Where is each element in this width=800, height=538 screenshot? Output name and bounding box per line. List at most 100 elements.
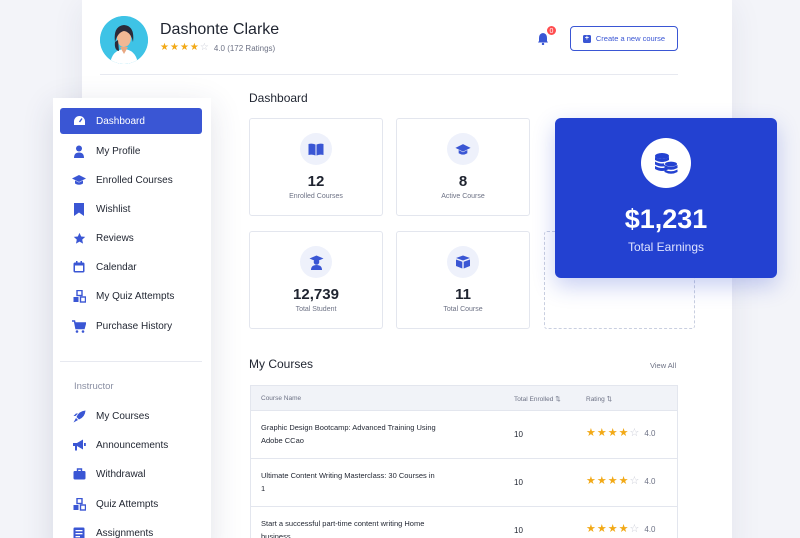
sidebar-item-label: Withdrawal — [96, 468, 146, 480]
create-course-button[interactable]: + Create a new course — [570, 26, 678, 51]
megaphone-icon — [72, 438, 86, 452]
sidebar-item-announcements[interactable]: Announcements — [60, 432, 202, 458]
course-rating: ★ ★ ★ ★ ☆ 4.0 — [586, 523, 656, 535]
course-name[interactable]: Ultimate Content Writing Masterclass: 30… — [261, 469, 436, 495]
sidebar-item-my-quiz-attempts[interactable]: My Quiz Attempts — [60, 283, 202, 309]
sidebar-item-label: Calendar — [96, 261, 137, 273]
star-icon: ★ — [189, 42, 199, 53]
sidebar-item-label: Wishlist — [96, 203, 131, 215]
star-outline-icon: ☆ — [199, 42, 209, 53]
user-rating: ★ ★ ★ ★ ☆ 4.0 (172 Ratings) — [160, 43, 275, 53]
sidebar-item-enrolled-courses[interactable]: Enrolled Courses — [60, 167, 202, 193]
sidebar-divider — [60, 361, 202, 362]
view-all-link[interactable]: View All — [650, 361, 676, 370]
puzzle-icon — [72, 497, 86, 511]
student-icon — [300, 246, 332, 278]
coins-icon — [641, 138, 691, 188]
star-icon: ★ — [607, 427, 618, 439]
star-icon: ★ — [586, 475, 596, 487]
create-course-label: Create a new course — [595, 34, 666, 43]
stat-value: 11 — [455, 286, 471, 303]
star-icon: ★ — [618, 523, 629, 535]
graduation-cap-icon — [72, 173, 86, 187]
star-icon: ★ — [596, 475, 607, 487]
sidebar-item-assignments[interactable]: Assignments — [60, 520, 202, 538]
sidebar-item-label: My Profile — [96, 145, 141, 157]
sidebar-section-instructor: Instructor — [74, 381, 114, 392]
assignment-icon — [72, 526, 86, 538]
stat-label: Enrolled Courses — [289, 193, 343, 200]
sidebar-item-label: Enrolled Courses — [96, 174, 173, 186]
rating-value: 4.0 — [644, 428, 656, 438]
star-icon: ★ — [607, 523, 618, 535]
courses-table: Course Name Total Enrolled ⇅ Rating ⇅ Gr… — [250, 385, 678, 538]
star-icon: ★ — [618, 475, 629, 487]
star-icon: ★ — [596, 427, 607, 439]
star-icon: ★ — [607, 475, 618, 487]
star-outline-icon: ☆ — [629, 475, 640, 487]
notification-badge: 0 — [546, 25, 557, 36]
course-rating: ★ ★ ★ ★ ☆ 4.0 — [586, 427, 656, 439]
sidebar-item-quiz-attempts[interactable]: Quiz Attempts — [60, 491, 202, 517]
course-name[interactable]: Start a successful part-time content wri… — [261, 517, 436, 538]
sidebar-item-wishlist[interactable]: Wishlist — [60, 196, 202, 222]
star-icon: ★ — [169, 42, 179, 53]
stat-value: 12 — [307, 173, 325, 190]
briefcase-icon — [72, 467, 86, 481]
rating-value: 4.0 — [644, 524, 656, 534]
calendar-icon — [72, 260, 86, 274]
my-courses-title: My Courses — [249, 357, 314, 371]
sidebar-item-label: Purchase History — [96, 320, 173, 332]
graduation-cap-icon — [447, 133, 479, 165]
total-earnings-label: Total Earnings — [627, 240, 705, 254]
sidebar-item-label: Announcements — [96, 439, 169, 451]
column-header-label: Total Enrolled — [514, 396, 554, 403]
course-enrolled: 10 — [514, 526, 523, 535]
stat-label: Total Student — [295, 306, 337, 313]
stat-card-total-course: 11 Total Course — [396, 231, 530, 329]
star-icon: ★ — [586, 427, 596, 439]
stat-card-active-course: 8 Active Course — [396, 118, 530, 216]
table-row[interactable]: Graphic Design Bootcamp: Advanced Traini… — [251, 411, 677, 459]
star-icon — [72, 231, 86, 245]
boxes-icon — [447, 246, 479, 278]
sidebar-item-label: Assignments — [96, 527, 154, 538]
stat-value: 12,739 — [293, 286, 339, 303]
puzzle-icon — [72, 289, 86, 303]
rocket-icon — [72, 409, 86, 423]
avatar[interactable] — [100, 16, 148, 64]
sidebar-item-dashboard[interactable]: Dashboard — [60, 108, 202, 134]
user-name: Dashonte Clarke — [160, 21, 280, 38]
sidebar-item-reviews[interactable]: Reviews — [60, 225, 202, 251]
sidebar-item-my-profile[interactable]: My Profile — [60, 138, 202, 164]
table-row[interactable]: Start a successful part-time content wri… — [251, 507, 677, 538]
table-header: Course Name Total Enrolled ⇅ Rating ⇅ — [251, 386, 677, 411]
column-header-course-name[interactable]: Course Name — [261, 395, 301, 402]
column-header-total-enrolled[interactable]: Total Enrolled ⇅ — [514, 395, 561, 403]
course-name[interactable]: Graphic Design Bootcamp: Advanced Traini… — [261, 421, 436, 447]
sidebar-item-my-courses[interactable]: My Courses — [60, 403, 202, 429]
sort-icon: ⇅ — [555, 396, 561, 403]
sidebar-item-purchase-history[interactable]: Purchase History — [60, 313, 202, 339]
star-outline-icon: ☆ — [629, 427, 640, 439]
sidebar-item-label: Dashboard — [96, 115, 145, 127]
column-header-label: Rating — [586, 396, 605, 403]
stat-label: Active Course — [441, 193, 485, 200]
header-divider — [100, 74, 678, 75]
total-earnings-value: $1,231 — [624, 204, 708, 234]
dashboard-title: Dashboard — [249, 91, 308, 105]
sidebar-item-label: Reviews — [96, 232, 134, 244]
course-enrolled: 10 — [514, 430, 523, 439]
column-header-rating[interactable]: Rating ⇅ — [586, 395, 612, 403]
table-row[interactable]: Ultimate Content Writing Masterclass: 30… — [251, 459, 677, 507]
stat-label: Total Course — [443, 306, 483, 313]
stat-card-total-student: 12,739 Total Student — [249, 231, 383, 329]
rating-value: 4.0 — [644, 476, 656, 486]
sidebar-item-label: My Courses — [96, 410, 150, 422]
star-icon: ★ — [596, 523, 607, 535]
sidebar-item-calendar[interactable]: Calendar — [60, 254, 202, 280]
dashboard-icon — [72, 114, 86, 128]
sidebar-item-withdrawal[interactable]: Withdrawal — [60, 461, 202, 487]
sidebar-item-label: My Quiz Attempts — [96, 290, 175, 302]
star-icon: ★ — [160, 42, 169, 53]
